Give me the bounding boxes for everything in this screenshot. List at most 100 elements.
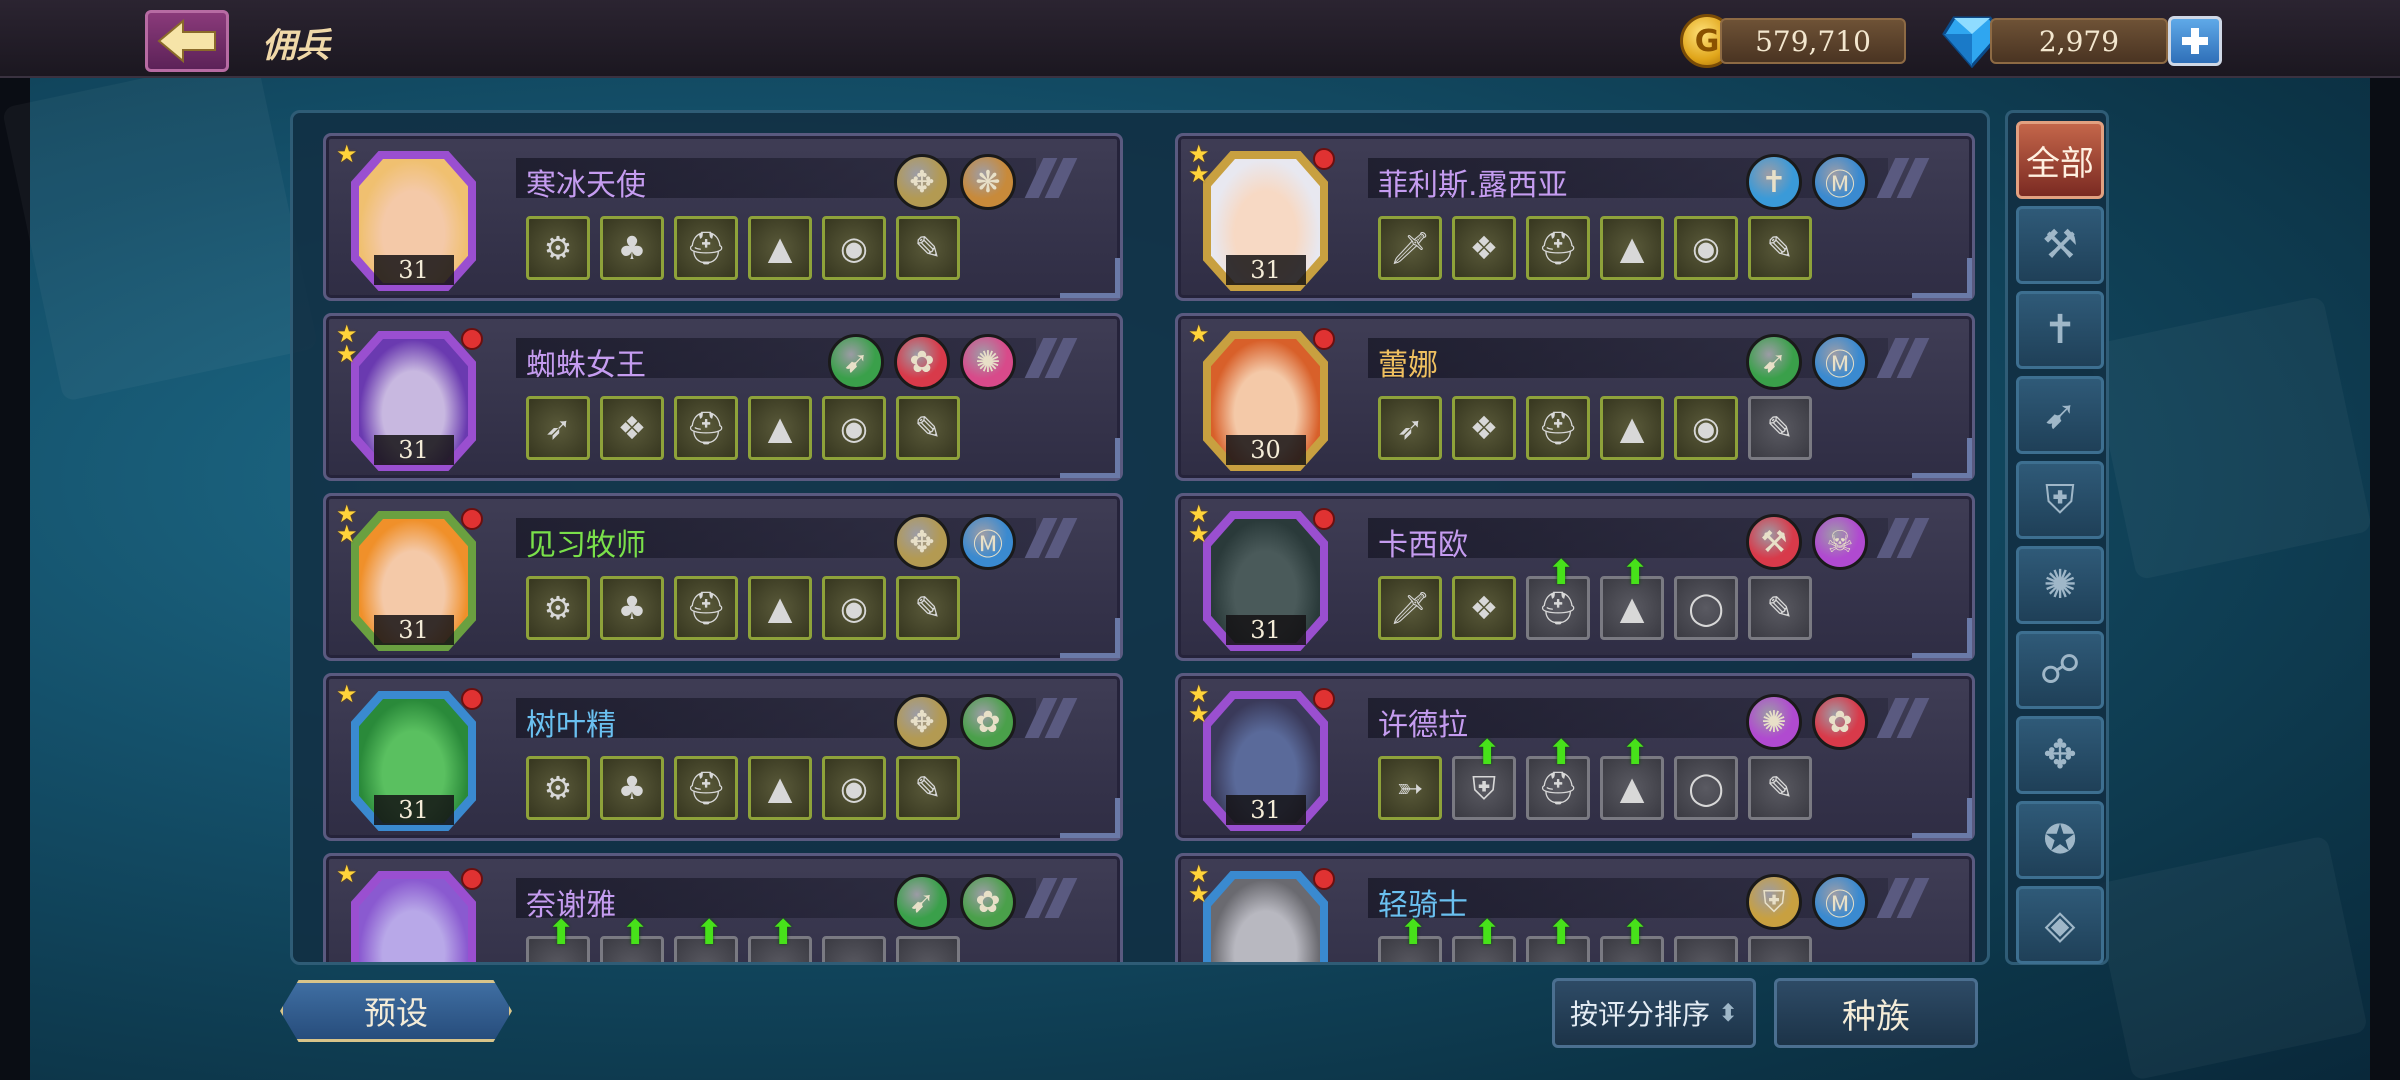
equipment-slot[interactable]: ◉: [822, 396, 886, 460]
hero-portrait[interactable]: [1203, 871, 1328, 962]
class-tab[interactable]: ✺: [2016, 546, 2104, 624]
class-tab[interactable]: ✝: [2016, 291, 2104, 369]
equipment-slot[interactable]: ✎: [1748, 396, 1812, 460]
equipment-slot[interactable]: ♣: [600, 756, 664, 820]
sort-by-rating-button[interactable]: 按评分排序 ⬍: [1552, 978, 1756, 1048]
equipment-slot[interactable]: ▲ ⬆: [1600, 733, 1664, 820]
equipment-slot[interactable]: ✎: [1748, 216, 1812, 280]
hero-portrait[interactable]: 31: [1203, 151, 1328, 291]
hero-card[interactable]: 31 ★ ★ 蜘蛛女王 ➹ ✿ ✺ ➶ ❖ ⛑ ▲ ◉ ✎: [323, 313, 1123, 481]
faction-badge-icon[interactable]: ✥: [894, 514, 950, 570]
equipment-slot[interactable]: ⛨ ⬆: [1452, 733, 1516, 820]
tab-all[interactable]: 全部: [2016, 121, 2104, 199]
class-tab[interactable]: ⛨: [2016, 461, 2104, 539]
hero-card[interactable]: 31 ★ 寒冰天使 ✥ ❋ ⚙ ♣ ⛑ ▲ ◉ ✎: [323, 133, 1123, 301]
hero-portrait[interactable]: 31: [1203, 691, 1328, 831]
equipment-slot[interactable]: ▲: [748, 576, 812, 640]
faction-badge-icon[interactable]: ✿: [960, 874, 1016, 930]
hero-card[interactable]: 31 ★ ★ 许德拉 ✺ ✿ ➳ ⛨ ⬆ ⛑ ⬆ ▲ ⬆ ◯ ✎: [1175, 673, 1975, 841]
faction-badge-icon[interactable]: ✥: [894, 154, 950, 210]
hero-portrait[interactable]: 31: [351, 331, 476, 471]
hero-card[interactable]: 31 ★ ★ 见习牧师 ✥ Ⓜ ⚙ ♣ ⛑ ▲ ◉ ✎: [323, 493, 1123, 661]
faction-badge-icon[interactable]: ✺: [960, 334, 1016, 390]
equipment-slot[interactable]: ❖: [1452, 576, 1516, 640]
equipment-slot[interactable]: ❖: [600, 396, 664, 460]
hero-card[interactable]: 31 ★ 树叶精 ✥ ✿ ⚙ ♣ ⛑ ▲ ◉ ✎: [323, 673, 1123, 841]
faction-badge-icon[interactable]: Ⓜ: [1812, 874, 1868, 930]
faction-badge-icon[interactable]: ✿: [1812, 694, 1868, 750]
equipment-slot[interactable]: ⬆: [1452, 913, 1516, 962]
equipment-slot[interactable]: ♣: [600, 216, 664, 280]
faction-badge-icon[interactable]: Ⓜ: [960, 514, 1016, 570]
equipment-slot[interactable]: ⬆: [1600, 913, 1664, 962]
equipment-slot[interactable]: ◉: [822, 216, 886, 280]
faction-badge-icon[interactable]: ✿: [894, 334, 950, 390]
equipment-slot[interactable]: ◯: [1674, 576, 1738, 640]
race-filter-button[interactable]: 种族: [1774, 978, 1978, 1048]
equipment-slot[interactable]: ⚙: [526, 216, 590, 280]
equipment-slot[interactable]: ➶: [1378, 396, 1442, 460]
equipment-slot[interactable]: ⛑: [674, 396, 738, 460]
equipment-slot[interactable]: ❖: [1452, 396, 1516, 460]
class-tab[interactable]: ⚒: [2016, 206, 2104, 284]
equipment-slot[interactable]: [896, 936, 960, 962]
equipment-slot[interactable]: ▲ ⬆: [1600, 553, 1664, 640]
equipment-slot[interactable]: ➶: [526, 396, 590, 460]
equipment-slot[interactable]: ✎: [896, 756, 960, 820]
equipment-slot[interactable]: ◉: [1674, 396, 1738, 460]
equipment-slot[interactable]: ✎: [1748, 576, 1812, 640]
hero-portrait[interactable]: 31: [1203, 511, 1328, 651]
equipment-slot[interactable]: ⛑: [674, 756, 738, 820]
faction-badge-icon[interactable]: ❋: [960, 154, 1016, 210]
hero-card[interactable]: 31 ★ ★ 卡西欧 ⚒ ☠ 🗡 ❖ ⛑ ⬆ ▲ ⬆ ◯ ✎: [1175, 493, 1975, 661]
class-tab[interactable]: ◈: [2016, 886, 2104, 964]
equipment-slot[interactable]: ⛑ ⬆: [1526, 733, 1590, 820]
equipment-slot[interactable]: ▲: [748, 756, 812, 820]
equipment-slot[interactable]: ⬆: [748, 913, 812, 962]
class-tab[interactable]: ➹: [2016, 376, 2104, 454]
equipment-slot[interactable]: 🗡: [1378, 576, 1442, 640]
equipment-slot[interactable]: ▲: [748, 216, 812, 280]
equipment-slot[interactable]: ◉: [822, 576, 886, 640]
class-tab[interactable]: ✪: [2016, 801, 2104, 879]
class-tab[interactable]: ✥: [2016, 716, 2104, 794]
hero-portrait[interactable]: 31: [351, 511, 476, 651]
equipment-slot[interactable]: ⬆: [1378, 913, 1442, 962]
faction-badge-icon[interactable]: ✥: [894, 694, 950, 750]
faction-badge-icon[interactable]: ➹: [1746, 334, 1802, 390]
preset-button[interactable]: 预设: [280, 980, 512, 1042]
hero-portrait[interactable]: 30: [1203, 331, 1328, 471]
equipment-slot[interactable]: ❖: [1452, 216, 1516, 280]
equipment-slot[interactable]: ◯: [1674, 756, 1738, 820]
hero-list-panel[interactable]: 31 ★ 寒冰天使 ✥ ❋ ⚙ ♣ ⛑ ▲ ◉ ✎ 31 ★ ★ 菲利斯.露西亚 ✝ Ⓜ 🗡 ❖ ⛑ ▲ ◉ ✎ 31 ★ ★ 蜘蛛…: [290, 110, 1990, 965]
hero-card[interactable]: 31 ★ ★ 菲利斯.露西亚 ✝ Ⓜ 🗡 ❖ ⛑ ▲ ◉ ✎: [1175, 133, 1975, 301]
equipment-slot[interactable]: [1748, 936, 1812, 962]
equipment-slot[interactable]: ⛑: [674, 216, 738, 280]
equipment-slot[interactable]: ⚙: [526, 576, 590, 640]
class-tab[interactable]: ☍: [2016, 631, 2104, 709]
equipment-slot[interactable]: ✎: [896, 396, 960, 460]
equipment-slot[interactable]: ✎: [896, 216, 960, 280]
equipment-slot[interactable]: ⛑: [1526, 216, 1590, 280]
faction-badge-icon[interactable]: ☠: [1812, 514, 1868, 570]
add-gems-button[interactable]: [2168, 16, 2222, 66]
faction-badge-icon[interactable]: ✝: [1746, 154, 1802, 210]
faction-badge-icon[interactable]: Ⓜ: [1812, 334, 1868, 390]
equipment-slot[interactable]: ⚙: [526, 756, 590, 820]
faction-badge-icon[interactable]: ➹: [828, 334, 884, 390]
equipment-slot[interactable]: ▲: [1600, 216, 1664, 280]
equipment-slot[interactable]: ◉: [1674, 216, 1738, 280]
equipment-slot[interactable]: ⛑: [674, 576, 738, 640]
hero-card[interactable]: 30 ★ 蕾娜 ➹ Ⓜ ➶ ❖ ⛑ ▲ ◉ ✎: [1175, 313, 1975, 481]
equipment-slot[interactable]: ⛑: [1526, 396, 1590, 460]
back-button[interactable]: [145, 10, 229, 72]
faction-badge-icon[interactable]: ⚒: [1746, 514, 1802, 570]
equipment-slot[interactable]: ✎: [896, 576, 960, 640]
equipment-slot[interactable]: ⬆: [1526, 913, 1590, 962]
faction-badge-icon[interactable]: ➹: [894, 874, 950, 930]
hero-portrait[interactable]: [351, 871, 476, 962]
equipment-slot[interactable]: ▲: [748, 396, 812, 460]
hero-card[interactable]: ★ 奈谢雅 ➹ ✿ ⬆ ⬆ ⬆ ⬆: [323, 853, 1123, 962]
equipment-slot[interactable]: ♣: [600, 576, 664, 640]
equipment-slot[interactable]: ▲: [1600, 396, 1664, 460]
